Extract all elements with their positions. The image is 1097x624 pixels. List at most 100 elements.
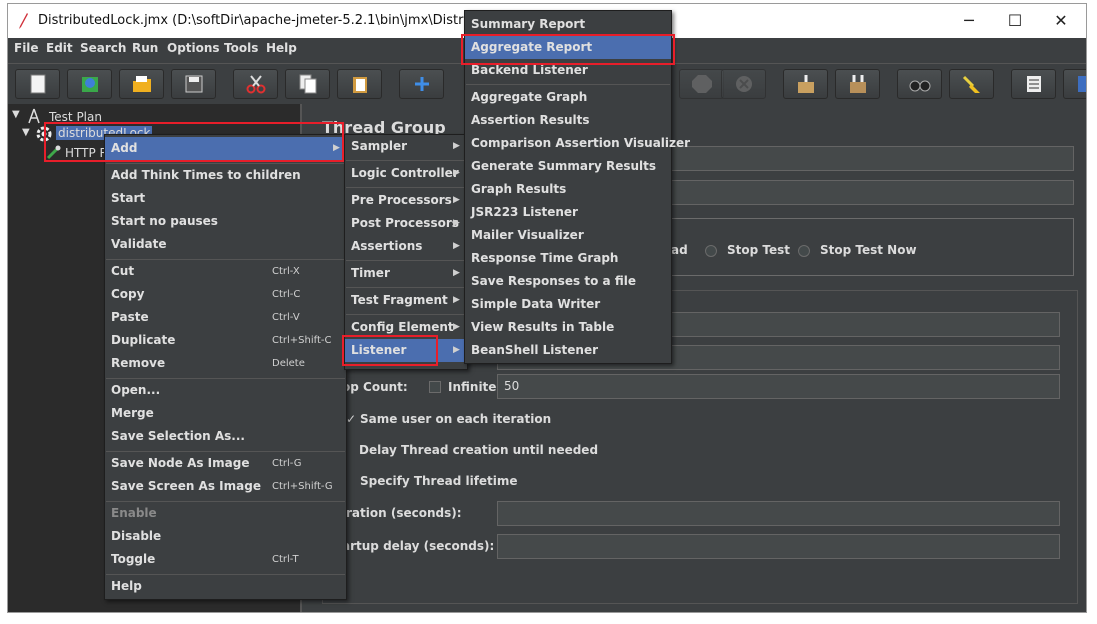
stop-test-radio[interactable]	[705, 245, 717, 257]
menu-item-paste[interactable]: Paste Ctrl-V	[105, 306, 346, 329]
startup-delay-field[interactable]	[497, 534, 1060, 559]
shutdown-button[interactable]	[721, 69, 766, 99]
stop-test-now-radio[interactable]	[798, 245, 810, 257]
new-file-icon	[30, 74, 46, 94]
submenu-item-test-fragment[interactable]: Test Fragment ▶	[345, 289, 467, 312]
menu-run[interactable]: Run	[132, 41, 158, 55]
submenu-item-post-processors[interactable]: Post Processors ▶	[345, 212, 467, 235]
submenu-item-logic-controller[interactable]: Logic Controller ▶	[345, 162, 467, 185]
broom-icon	[962, 75, 980, 93]
stop-button[interactable]	[679, 69, 724, 99]
gear-icon	[36, 126, 52, 142]
menu-item-save-node-image[interactable]: Save Node As Image Ctrl-G	[105, 452, 346, 475]
checkmark-icon: ✓	[346, 412, 357, 426]
menu-item-cut[interactable]: Cut Ctrl-X	[105, 260, 346, 283]
submenu-arrow-icon: ▶	[453, 141, 460, 151]
submenu-item-listener[interactable]: Listener ▶	[345, 339, 467, 362]
submenu-item-timer[interactable]: Timer ▶	[345, 262, 467, 285]
submenu-item-assertions[interactable]: Assertions ▶	[345, 235, 467, 258]
menu-item-remove[interactable]: Remove Delete	[105, 352, 346, 375]
minimize-button[interactable]: ─	[946, 4, 992, 38]
menu-edit[interactable]: Edit	[46, 41, 73, 55]
submenu-item-pre-processors[interactable]: Pre Processors ▶	[345, 189, 467, 212]
listener-item-summary-report[interactable]: Summary Report	[465, 13, 671, 36]
scissors-icon	[246, 75, 266, 94]
submenu-arrow-icon: ▶	[453, 168, 460, 178]
submenu-arrow-icon: ▶	[453, 322, 460, 332]
paste-button[interactable]	[337, 69, 382, 99]
submenu-arrow-icon: ▶	[453, 241, 460, 251]
listener-item-assertion-results[interactable]: Assertion Results	[465, 109, 671, 132]
menu-item-save-selection[interactable]: Save Selection As...	[105, 425, 346, 448]
startup-delay-label: artup delay (seconds):	[342, 539, 495, 553]
menu-item-merge[interactable]: Merge	[105, 402, 346, 425]
menu-item-enable[interactable]: Enable	[105, 502, 346, 525]
loop-count-field[interactable]: 50	[497, 374, 1060, 399]
duration-field[interactable]	[497, 501, 1060, 526]
binoculars-icon	[909, 80, 931, 92]
specify-lifetime-label[interactable]: Specify Thread lifetime	[360, 474, 518, 488]
templates-button[interactable]	[67, 69, 112, 99]
menu-item-copy[interactable]: Copy Ctrl-C	[105, 283, 346, 306]
new-button[interactable]	[15, 69, 60, 99]
reset-search-button[interactable]	[949, 69, 994, 99]
menu-search[interactable]: Search	[80, 41, 126, 55]
clear-button[interactable]	[783, 69, 828, 99]
delay-creation-label[interactable]: Delay Thread creation until needed	[359, 443, 598, 457]
listener-item-simple-data-writer[interactable]: Simple Data Writer	[465, 293, 671, 316]
listener-item-backend-listener[interactable]: Backend Listener	[465, 59, 671, 82]
listener-item-graph-results[interactable]: Graph Results	[465, 178, 671, 201]
menu-item-toggle[interactable]: Toggle Ctrl-T	[105, 548, 346, 571]
submenu-item-config-element[interactable]: Config Element ▶	[345, 316, 467, 339]
menu-item-open[interactable]: Open...	[105, 379, 346, 402]
menu-help[interactable]: Help	[266, 41, 297, 55]
search-button[interactable]	[897, 69, 942, 99]
listener-item-view-results-table[interactable]: View Results in Table	[465, 316, 671, 339]
list-icon	[1027, 76, 1041, 92]
menu-item-add[interactable]: Add ▶	[105, 137, 346, 160]
close-window-button[interactable]: ✕	[1038, 4, 1084, 38]
cut-button[interactable]	[233, 69, 278, 99]
same-user-label[interactable]: Same user on each iteration	[360, 412, 551, 426]
maximize-button[interactable]: ☐	[992, 4, 1038, 38]
listener-item-save-responses[interactable]: Save Responses to a file	[465, 270, 671, 293]
listener-item-response-time-graph[interactable]: Response Time Graph	[465, 247, 671, 270]
infinite-label: Infinite	[448, 380, 497, 394]
menu-item-validate[interactable]: Validate	[105, 233, 346, 256]
copy-icon	[299, 74, 317, 94]
menu-item-help[interactable]: Help	[105, 575, 346, 598]
menu-item-disable[interactable]: Disable	[105, 525, 346, 548]
listener-item-jsr223-listener[interactable]: JSR223 Listener	[465, 201, 671, 224]
menu-item-start-no-pauses[interactable]: Start no pauses	[105, 210, 346, 233]
expand-all-button[interactable]	[399, 69, 444, 99]
clear-all-button[interactable]	[835, 69, 880, 99]
submenu-arrow-icon: ▶	[453, 195, 460, 205]
listener-item-comparison-assertion-visualizer[interactable]: Comparison Assertion Visualizer	[465, 132, 690, 155]
submenu-item-sampler[interactable]: Sampler ▶	[345, 135, 467, 158]
save-button[interactable]	[171, 69, 216, 99]
expand-arrow-icon[interactable]: ▼	[22, 127, 30, 138]
listener-item-aggregate-graph[interactable]: Aggregate Graph	[465, 86, 671, 109]
menu-options[interactable]: Options	[167, 41, 220, 55]
menu-file[interactable]: File	[14, 41, 39, 55]
open-button[interactable]	[119, 69, 164, 99]
menu-item-duplicate[interactable]: Duplicate Ctrl+Shift-C	[105, 329, 346, 352]
stop-test-label: Stop Test	[727, 243, 790, 257]
listener-item-aggregate-report[interactable]: Aggregate Report	[465, 36, 671, 59]
menu-item-start[interactable]: Start	[105, 187, 346, 210]
stop-icon	[692, 75, 712, 93]
help-button[interactable]	[1063, 69, 1086, 99]
listener-item-mailer-visualizer[interactable]: Mailer Visualizer	[465, 224, 671, 247]
infinite-checkbox[interactable]	[429, 381, 441, 393]
menu-item-add-think-times[interactable]: Add Think Times to children	[105, 164, 346, 187]
menu-item-save-screen-image[interactable]: Save Screen As Image Ctrl+Shift-G	[105, 475, 346, 498]
listener-item-beanshell-listener[interactable]: BeanShell Listener	[465, 339, 671, 362]
expand-arrow-icon[interactable]: ▼	[12, 109, 20, 120]
tree-node-http-request[interactable]: HTTP R	[65, 146, 108, 160]
tree-node-test-plan[interactable]: Test Plan	[49, 110, 102, 124]
context-menu: Add ▶ Add Think Times to children Start S…	[104, 134, 347, 600]
function-helper-button[interactable]	[1011, 69, 1056, 99]
menu-tools[interactable]: Tools	[224, 41, 258, 55]
listener-item-generate-summary-results[interactable]: Generate Summary Results	[465, 155, 671, 178]
copy-button[interactable]	[285, 69, 330, 99]
